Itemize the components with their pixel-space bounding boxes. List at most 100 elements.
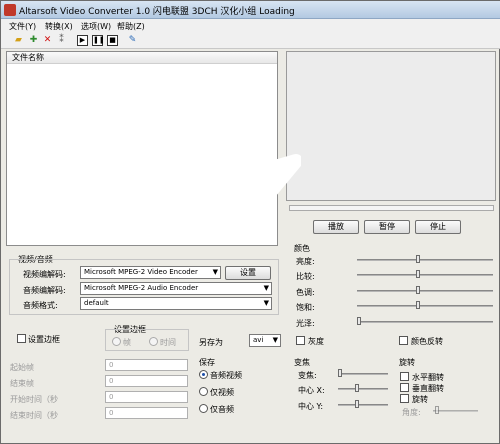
gamma-slider[interactable] (357, 321, 493, 323)
saturation-thumb[interactable] (416, 301, 420, 309)
settings-icon[interactable]: ✎ (127, 35, 138, 46)
save-as-value: avi (253, 336, 264, 344)
flip-horizontal-label: 水平翻转 (412, 373, 444, 382)
seek-bar[interactable] (289, 205, 494, 211)
delete-icon[interactable]: ✕ (42, 35, 53, 46)
contrast-slider[interactable] (357, 274, 493, 276)
center-x-label: 中心 X: (298, 386, 325, 395)
frame-radio[interactable] (112, 337, 121, 346)
angle-slider[interactable] (433, 410, 478, 412)
app-icon (4, 4, 16, 16)
chevron-down-icon: ▼ (263, 299, 269, 307)
start-time-input[interactable]: 0 (105, 391, 188, 403)
stop-button[interactable]: 停止 (415, 220, 461, 234)
brightness-thumb[interactable] (416, 255, 420, 263)
menu-file[interactable]: 文件(Y) (9, 21, 36, 32)
audio-video-label: 音频视频 (210, 371, 242, 380)
time-radio[interactable] (149, 337, 158, 346)
stop-icon[interactable]: ■ (107, 35, 118, 46)
audio-only-radio[interactable] (199, 404, 208, 413)
gamma-thumb[interactable] (357, 317, 361, 325)
end-frame-input[interactable]: 0 (105, 375, 188, 387)
flip-vertical-label: 垂直翻转 (412, 384, 444, 393)
pause-icon[interactable]: ❚❚ (92, 35, 105, 46)
set-border-checkbox[interactable] (17, 334, 26, 343)
codec-settings-button[interactable]: 设置 (225, 266, 271, 280)
pause-button[interactable]: 暂停 (364, 220, 410, 234)
video-codec-label: 视频编解码: (23, 270, 66, 279)
hue-label: 色调: (296, 288, 315, 297)
brightness-slider[interactable] (357, 259, 493, 261)
center-y-slider[interactable] (338, 404, 388, 406)
invert-checkbox[interactable] (399, 336, 408, 345)
time-radio-label: 时间 (160, 338, 176, 347)
hue-slider[interactable] (357, 290, 493, 292)
audio-video-radio[interactable] (199, 370, 208, 379)
audio-format-select[interactable]: default ▼ (80, 297, 272, 310)
save-as-select[interactable]: avi ▼ (249, 334, 281, 347)
invert-label: 颜色反转 (411, 337, 443, 346)
window-title: Altarsoft Video Converter 1.0 闪电联盟 3DCH … (19, 7, 295, 17)
toolbar: ▰ ✚ ✕ ⁑ ▶ ❚❚ ■ ✎ (1, 33, 500, 49)
zoom-thumb[interactable] (338, 369, 342, 377)
menu-bar: 文件(Y) 转换(X) 选项(W) 帮助(Z) (1, 19, 500, 33)
title-bar: Altarsoft Video Converter 1.0 闪电联盟 3DCH … (1, 1, 500, 19)
set-border-label: 设置边框 (28, 335, 60, 344)
play-button[interactable]: 播放 (313, 220, 359, 234)
file-list-header[interactable]: 文件名称 (7, 52, 277, 64)
zoom-slider[interactable] (338, 373, 388, 375)
end-time-label: 结束时间（秒 (10, 411, 58, 420)
chevron-down-icon: ▼ (212, 268, 218, 276)
main-window: Altarsoft Video Converter 1.0 闪电联盟 3DCH … (0, 0, 500, 444)
rotate-label: 旋转 (412, 395, 428, 404)
audio-format-value: default (84, 299, 109, 307)
end-time-input[interactable]: 0 (105, 407, 188, 419)
angle-thumb[interactable] (435, 406, 439, 414)
grayscale-checkbox[interactable] (296, 336, 305, 345)
center-y-thumb[interactable] (355, 400, 359, 408)
video-preview (286, 51, 496, 201)
contrast-thumb[interactable] (416, 270, 420, 278)
contrast-label: 比较: (296, 272, 315, 281)
start-frame-label: 起始帧 (10, 363, 34, 372)
video-codec-value: Microsoft MPEG-2 Video Encoder (84, 268, 198, 276)
add-icon[interactable]: ✚ (28, 35, 39, 46)
brightness-label: 亮度: (296, 257, 315, 266)
video-codec-select[interactable]: Microsoft MPEG-2 Video Encoder ▼ (80, 266, 221, 279)
color-group-title: 颜色 (294, 244, 310, 253)
menu-help[interactable]: 帮助(Z) (117, 21, 145, 32)
audio-format-label: 音频格式: (23, 301, 58, 310)
menu-convert[interactable]: 转换(X) (45, 21, 73, 32)
angle-label: 角度: (402, 408, 421, 417)
rotate-checkbox[interactable] (400, 394, 409, 403)
audio-only-label: 仅音频 (210, 405, 234, 414)
save-group-title: 保存 (199, 358, 215, 367)
flip-horizontal-checkbox[interactable] (400, 372, 409, 381)
zoom-label: 变焦: (298, 371, 317, 380)
end-frame-label: 结束帧 (10, 379, 34, 388)
start-time-label: 开始时间（秒 (10, 395, 58, 404)
video-only-radio[interactable] (199, 387, 208, 396)
save-as-label: 另存为 (199, 338, 223, 347)
zoom-group-title: 变焦 (294, 358, 310, 367)
hue-thumb[interactable] (416, 286, 420, 294)
white-scribble (202, 154, 301, 218)
frame-radio-label: 帧 (123, 338, 131, 347)
grayscale-label: 灰度 (308, 337, 324, 346)
audio-codec-select[interactable]: Microsoft MPEG-2 Audio Encoder ▼ (80, 282, 272, 295)
center-x-thumb[interactable] (355, 384, 359, 392)
open-folder-icon[interactable]: ▰ (13, 35, 24, 46)
rotate-group-title: 旋转 (399, 358, 415, 367)
chevron-down-icon: ▼ (263, 284, 269, 292)
menu-options[interactable]: 选项(W) (81, 21, 111, 32)
audio-codec-label: 音频编解码: (23, 286, 66, 295)
center-x-slider[interactable] (338, 388, 388, 390)
play-icon[interactable]: ▶ (77, 35, 88, 46)
center-y-label: 中心 Y: (298, 402, 324, 411)
flip-vertical-checkbox[interactable] (400, 383, 409, 392)
audio-codec-value: Microsoft MPEG-2 Audio Encoder (84, 284, 199, 292)
info-icon[interactable]: ⁑ (56, 35, 67, 46)
start-frame-input[interactable]: 0 (105, 359, 188, 371)
gamma-label: 光泽: (296, 319, 315, 328)
saturation-slider[interactable] (357, 305, 493, 307)
